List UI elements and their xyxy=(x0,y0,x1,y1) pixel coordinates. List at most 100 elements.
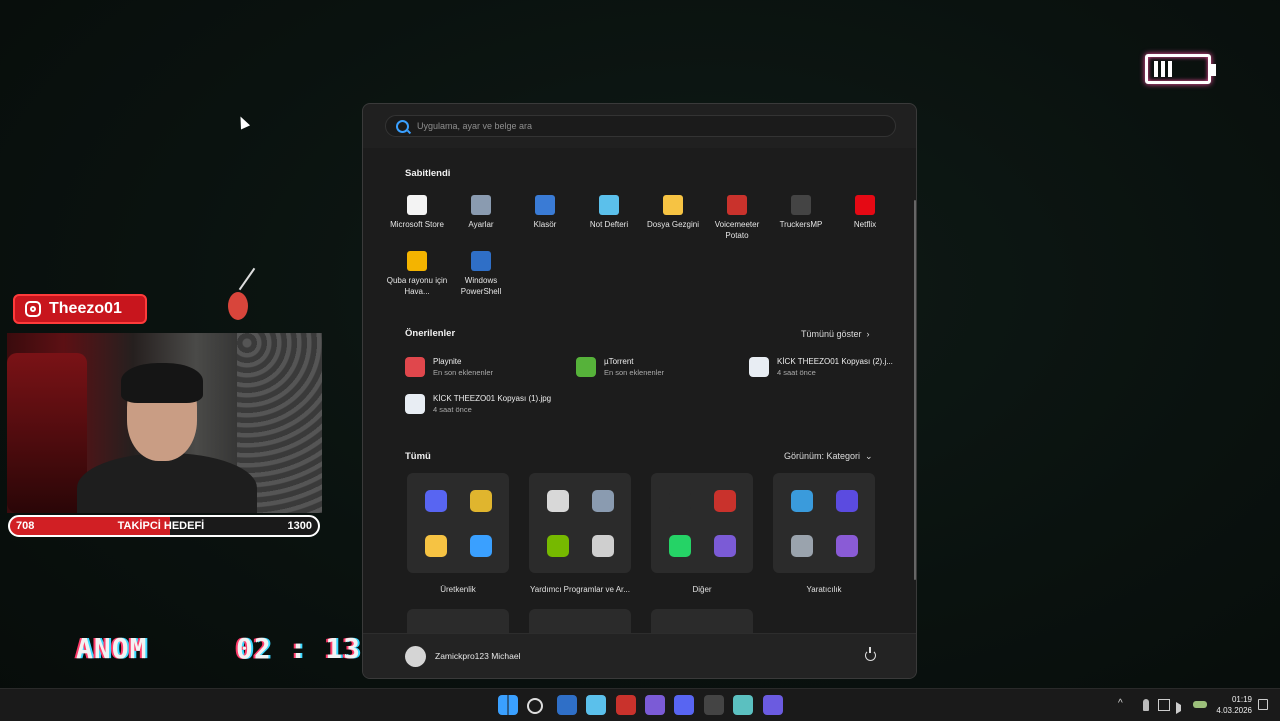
instagram-handle: Theezo01 xyxy=(49,300,122,317)
recommended-title: Önerilenler xyxy=(405,328,456,339)
file-explorer-icon xyxy=(663,195,683,215)
red-pin-icon xyxy=(228,292,248,320)
pinned-app[interactable]: Netflix xyxy=(833,195,897,230)
start-menu-footer: Zamickpro123 Michael xyxy=(363,633,916,678)
pinned-app-label: TruckersMP xyxy=(779,220,823,229)
notepad-icon[interactable] xyxy=(586,695,607,715)
avatar[interactable] xyxy=(405,646,426,667)
discord-icon[interactable] xyxy=(674,695,695,715)
search-box[interactable]: Uygulama, ayar ve belge ara xyxy=(385,115,896,137)
taskbar: ^ 01:19 4.03.2026 xyxy=(0,688,1280,721)
clock[interactable]: 01:19 4.03.2026 xyxy=(1216,694,1252,716)
category-folder[interactable] xyxy=(773,473,875,573)
settings-icon[interactable] xyxy=(592,490,614,512)
powershell-icon xyxy=(471,251,491,271)
clipchamp-icon[interactable] xyxy=(836,535,858,557)
user-name[interactable]: Zamickpro123 Michael xyxy=(435,651,521,661)
cortana-icon[interactable] xyxy=(836,490,858,512)
show-all-link[interactable]: Tümünü göster › xyxy=(801,329,870,339)
windows-start-icon[interactable] xyxy=(498,695,518,715)
category-folder[interactable] xyxy=(529,473,631,573)
recommended-name: KİCK THEEZO01 Kopyası (2).j... xyxy=(777,357,893,366)
utorrent-icon xyxy=(576,357,596,377)
apps-icon[interactable] xyxy=(714,535,736,557)
obs-icon[interactable] xyxy=(669,490,691,512)
notifications-icon[interactable] xyxy=(1258,699,1268,710)
pinned-app-label: Dosya Gezgini xyxy=(646,220,700,229)
image-file-icon xyxy=(405,394,425,414)
all-apps-title: Tümü xyxy=(405,451,431,462)
discord-icon[interactable] xyxy=(425,490,447,512)
pinned-app-label: Windows PowerShell xyxy=(460,276,502,296)
pinned-app[interactable]: Quba rayonu için Hava... xyxy=(385,251,449,297)
chrome-icon[interactable] xyxy=(470,490,492,512)
recommended-item[interactable]: KİCK THEEZO01 Kopyası (1).jpg 4 saat önce xyxy=(405,394,551,414)
category-label: Yaratıcılık xyxy=(806,585,842,594)
view-category-dropdown[interactable]: Görünüm: Kategori ⌄ xyxy=(784,451,873,462)
pinned-app[interactable]: TruckersMP xyxy=(769,195,833,230)
photos-icon[interactable] xyxy=(733,695,754,715)
recommended-time: En son eklenenler xyxy=(433,368,494,377)
instagram-badge: Theezo01 xyxy=(13,294,147,324)
camera-icon[interactable] xyxy=(791,535,813,557)
power-icon[interactable] xyxy=(865,647,876,661)
pinned-app-label: Ayarlar xyxy=(468,220,494,229)
anom-tag: ANOM xyxy=(76,632,148,665)
recommended-item[interactable]: Playnite En son eklenenler xyxy=(405,357,493,377)
search-icon xyxy=(396,119,409,133)
category-label: Diğer xyxy=(692,585,712,594)
category-folder[interactable] xyxy=(407,473,509,573)
photos-icon[interactable] xyxy=(791,490,813,512)
scrollbar[interactable] xyxy=(914,200,916,580)
utility-icon[interactable] xyxy=(592,535,614,557)
battery-status-icon[interactable] xyxy=(1193,701,1207,708)
volume-icon[interactable] xyxy=(1176,702,1181,714)
display-icon[interactable] xyxy=(1158,699,1170,711)
pinned-app-label: Quba rayonu için Hava... xyxy=(386,276,448,296)
goal-target: 1300 xyxy=(287,520,312,532)
voicemeeter-icon[interactable] xyxy=(615,695,636,715)
pin-needle xyxy=(238,267,256,291)
category-label: Üretkenlik xyxy=(440,585,476,594)
recommended-name: KİCK THEEZO01 Kopyası (1).jpg xyxy=(433,394,552,403)
chevron-up-icon[interactable]: ^ xyxy=(1118,698,1123,709)
pinned-app[interactable]: Klasör xyxy=(513,195,577,230)
pinned-app-label: Netflix xyxy=(853,220,877,229)
follower-goal-bar: 708 TAKİPCİ HEDEFİ 1300 xyxy=(8,515,320,537)
clock-date: 4.03.2026 xyxy=(1216,706,1252,715)
pinned-app-label: Not Defteri xyxy=(589,220,629,229)
search-icon[interactable] xyxy=(527,698,544,714)
netflix-icon xyxy=(855,195,875,215)
recommended-item[interactable]: µTorrent En son eklenenler xyxy=(576,357,664,377)
apps-grid-icon[interactable] xyxy=(645,695,665,715)
recommended-name: µTorrent xyxy=(604,357,634,366)
pinned-app[interactable]: Not Defteri xyxy=(577,195,641,230)
tools-icon[interactable] xyxy=(547,490,569,512)
whatsapp-icon[interactable] xyxy=(669,535,691,557)
microphone-icon[interactable] xyxy=(1143,699,1149,711)
pinned-app-label: Voicemeeter Potato xyxy=(714,220,760,240)
recommended-item[interactable]: KİCK THEEZO01 Kopyası (2).j... 4 saat önc… xyxy=(749,357,893,377)
obs-icon[interactable] xyxy=(703,695,724,715)
powershell-icon[interactable] xyxy=(556,695,577,715)
search-placeholder[interactable]: Uygulama, ayar ve belge ara xyxy=(417,121,532,131)
cortana-icon[interactable] xyxy=(762,695,783,715)
clock-time: 01:19 xyxy=(1231,695,1252,704)
pinned-app[interactable]: Dosya Gezgini xyxy=(641,195,705,230)
playnite-icon xyxy=(405,357,425,377)
office-icon[interactable] xyxy=(470,535,492,557)
pinned-app[interactable]: Voicemeeter Potato xyxy=(705,195,769,241)
pinned-app[interactable]: Microsoft Store xyxy=(385,195,449,230)
category-folder[interactable] xyxy=(651,473,753,573)
voicemeeter-icon[interactable] xyxy=(714,490,736,512)
nvidia-icon[interactable] xyxy=(547,535,569,557)
stream-timer: 02 : 13 xyxy=(236,632,362,665)
recommended-time: En son eklenenler xyxy=(604,368,665,377)
explorer-icon[interactable] xyxy=(425,535,447,557)
recommended-name: Playnite xyxy=(433,357,462,366)
voicemeeter-icon xyxy=(727,195,747,215)
webcam-feed xyxy=(7,333,322,513)
weather-icon xyxy=(407,251,427,271)
pinned-app[interactable]: Windows PowerShell xyxy=(449,251,513,297)
pinned-app[interactable]: Ayarlar xyxy=(449,195,513,230)
